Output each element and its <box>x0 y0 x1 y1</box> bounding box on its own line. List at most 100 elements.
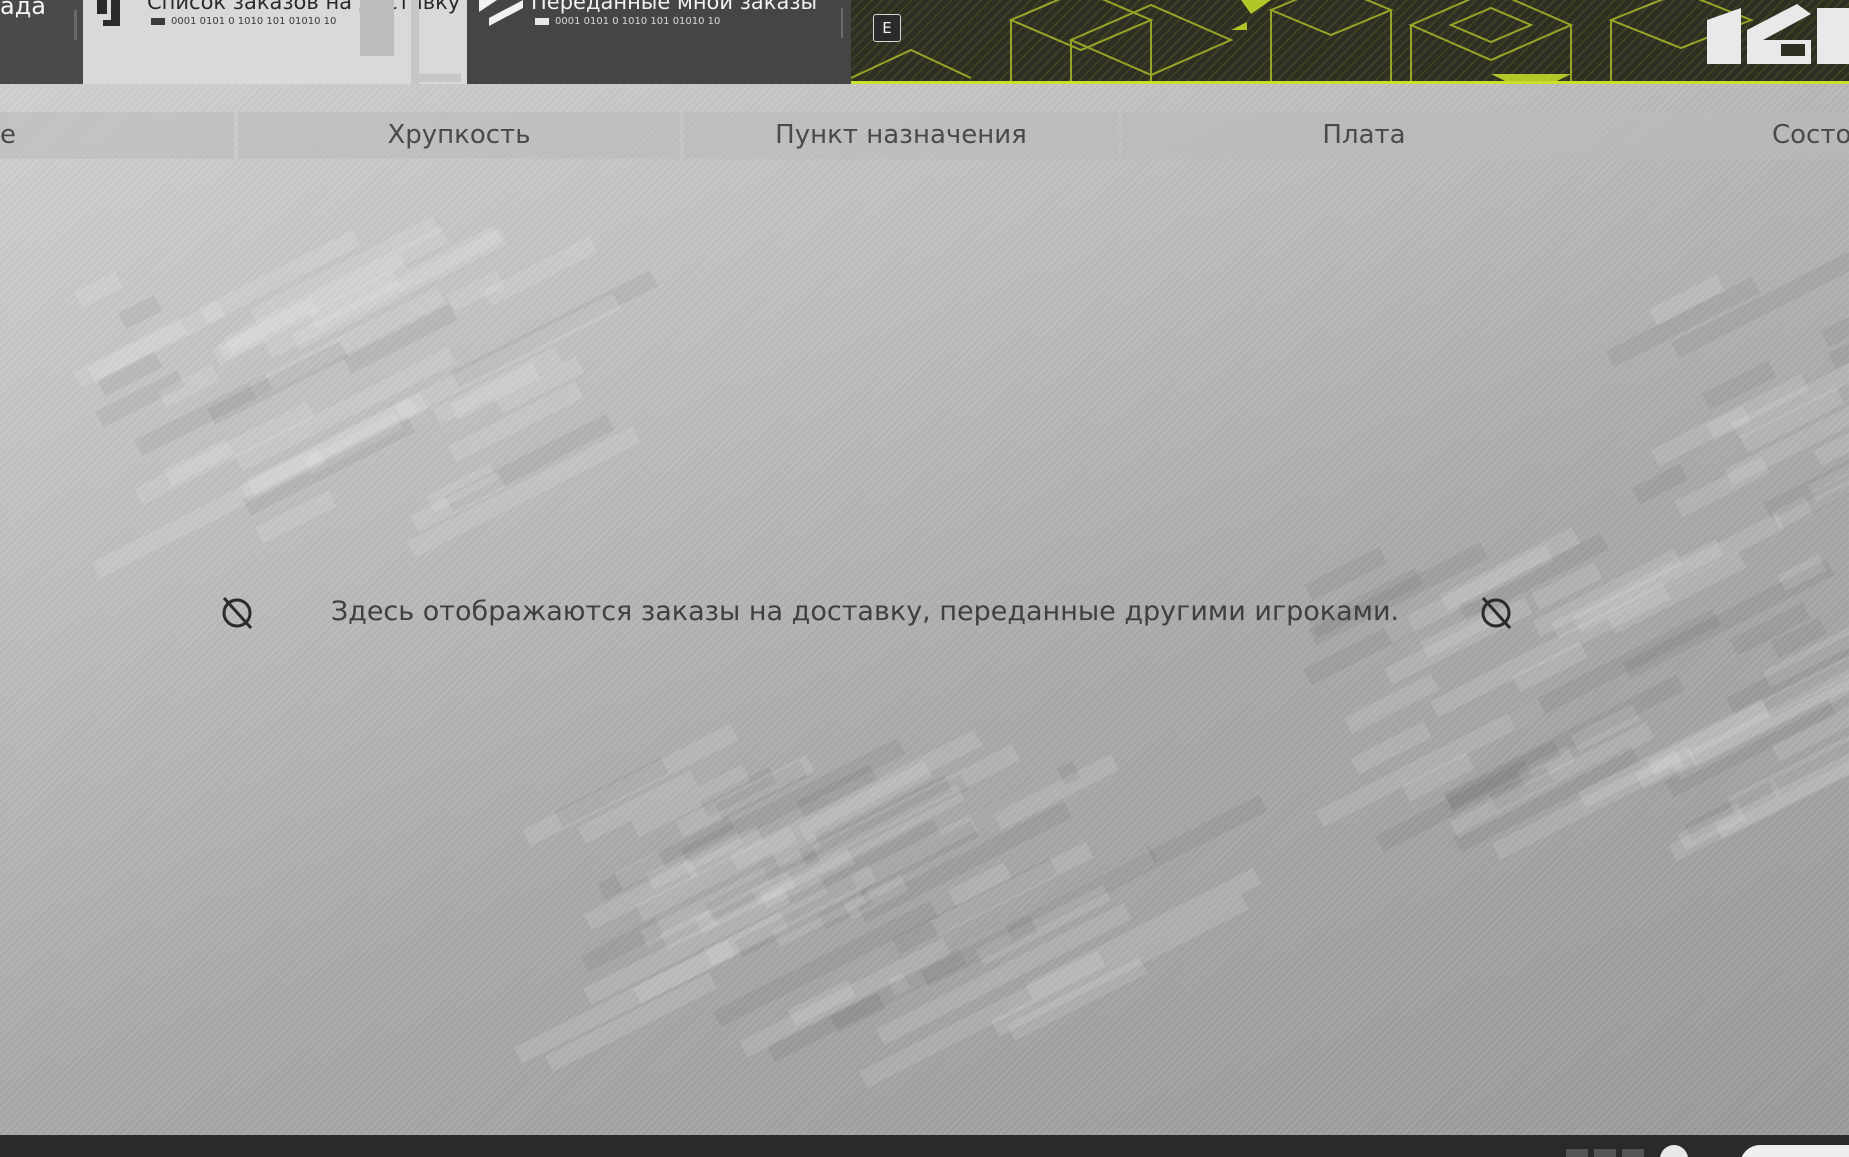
tab-shared-by-me-label: Переданные мной заказы <box>531 0 818 14</box>
background-dash <box>975 884 1112 966</box>
background-dash <box>857 801 1074 923</box>
column-header-fee[interactable]: Плата <box>1122 112 1606 159</box>
bottom-indicator <box>1594 1149 1616 1157</box>
tab-shared-by-me[interactable]: Переданные мной заказы 0001 0101 0 1010 … <box>467 0 851 84</box>
background-dash <box>1383 544 1554 643</box>
tab-shared-by-me-code: 0001 0101 0 1010 101 01010 10 <box>535 16 720 27</box>
background-dash <box>1762 574 1849 688</box>
banner-accent-line <box>851 81 1849 84</box>
background-dash <box>843 874 909 920</box>
background-dash <box>1304 546 1388 601</box>
column-header-destination[interactable]: Пункт назначения <box>684 112 1118 159</box>
background-dash <box>632 939 736 1005</box>
background-dash <box>1651 373 1810 466</box>
background-dash <box>1701 359 1777 410</box>
background-dash <box>812 744 1021 863</box>
background-dash <box>730 730 983 871</box>
background-dash <box>1804 440 1849 513</box>
background-dash <box>1821 242 1849 348</box>
background-dash <box>772 887 867 947</box>
background-dash <box>830 915 1038 1034</box>
background-dash <box>1714 718 1849 840</box>
isometric-crates-graphic <box>851 0 1754 84</box>
tab-delivery-orders[interactable]: Список заказов на доставку 0001 0101 0 1… <box>83 0 467 84</box>
background-dash <box>1344 673 1440 735</box>
background-dash <box>303 412 403 475</box>
background-dash <box>1649 274 1726 325</box>
background-dash <box>1550 539 1724 640</box>
background-dash <box>876 902 1133 1045</box>
background-dash <box>1677 803 1746 851</box>
background-dash <box>715 761 808 821</box>
background-dash <box>772 832 822 870</box>
background-dash <box>1606 276 1761 368</box>
background-dash <box>223 226 449 354</box>
background-dash <box>1771 617 1828 659</box>
empty-state-message: Здесь отображаются заказы на доставку, п… <box>330 596 1400 627</box>
background-dash <box>1516 745 1575 787</box>
tab-previous[interactable]: ада <box>0 0 83 84</box>
top-tab-bar: ада Список заказов на доставку 0001 0101… <box>0 0 1849 86</box>
background-dash <box>133 373 273 457</box>
background-dash <box>704 814 978 966</box>
background-dash <box>199 229 361 324</box>
background-dash <box>432 347 563 426</box>
background-dash <box>990 893 1249 1037</box>
bottom-button-icon[interactable] <box>1660 1145 1688 1157</box>
background-dash <box>1770 700 1849 762</box>
background-dash <box>513 912 788 1064</box>
background-dash <box>795 764 878 818</box>
background-dash <box>739 938 951 1059</box>
background-dash <box>307 269 400 329</box>
background-dash <box>1577 697 1770 808</box>
no-orders-icon <box>222 596 253 630</box>
background-dash <box>1635 746 1698 790</box>
background-dash <box>407 426 641 558</box>
background-dash <box>1706 405 1751 440</box>
column-header-row: е Хрупкость Пункт назначения Плата Состо <box>0 112 1849 159</box>
background-dash <box>1452 745 1639 852</box>
order-list-icon <box>97 0 120 26</box>
background-dash <box>1808 434 1849 501</box>
bottom-action-button[interactable] <box>1740 1145 1849 1157</box>
background-dash <box>699 766 777 818</box>
background-dash <box>444 414 614 513</box>
background-dash <box>1777 554 1827 592</box>
background-dash <box>118 294 163 329</box>
background-dash <box>86 300 227 384</box>
background-dash <box>247 396 418 496</box>
background-dash <box>1672 661 1849 780</box>
background-dash <box>74 272 123 309</box>
background-dash <box>630 764 750 838</box>
background-dash <box>680 801 781 865</box>
background-dash <box>1308 542 1489 646</box>
column-header-partial-left[interactable]: е <box>0 112 234 159</box>
background-dash <box>91 447 326 579</box>
background-dash <box>771 738 906 819</box>
background-dash <box>762 774 953 883</box>
background-dash <box>1429 582 1672 718</box>
background-dash <box>596 816 738 901</box>
background-dash <box>394 293 621 421</box>
game-logo <box>1707 4 1849 64</box>
background-dash <box>1303 616 1415 686</box>
background-hatch <box>0 0 1849 1157</box>
background-dash <box>694 784 966 934</box>
column-header-status-partial[interactable]: Состо <box>1610 112 1849 159</box>
key-hint-e[interactable]: E <box>873 14 901 42</box>
background-dash <box>1024 868 1261 1001</box>
background-dash <box>582 887 791 1006</box>
background-dash <box>1571 704 1641 752</box>
tab-decoration <box>360 0 394 56</box>
background-dash <box>1729 601 1811 656</box>
column-header-fragility[interactable]: Хрупкость <box>238 112 680 159</box>
background-dash <box>343 303 458 374</box>
background-dash <box>545 972 718 1072</box>
background-dash <box>712 900 938 1028</box>
no-orders-icon <box>1481 596 1512 630</box>
background-dash <box>264 225 503 359</box>
background-dash <box>1532 549 1682 638</box>
background-dash <box>930 841 1094 937</box>
background-dash <box>248 286 446 400</box>
tab-decoration <box>411 74 461 82</box>
